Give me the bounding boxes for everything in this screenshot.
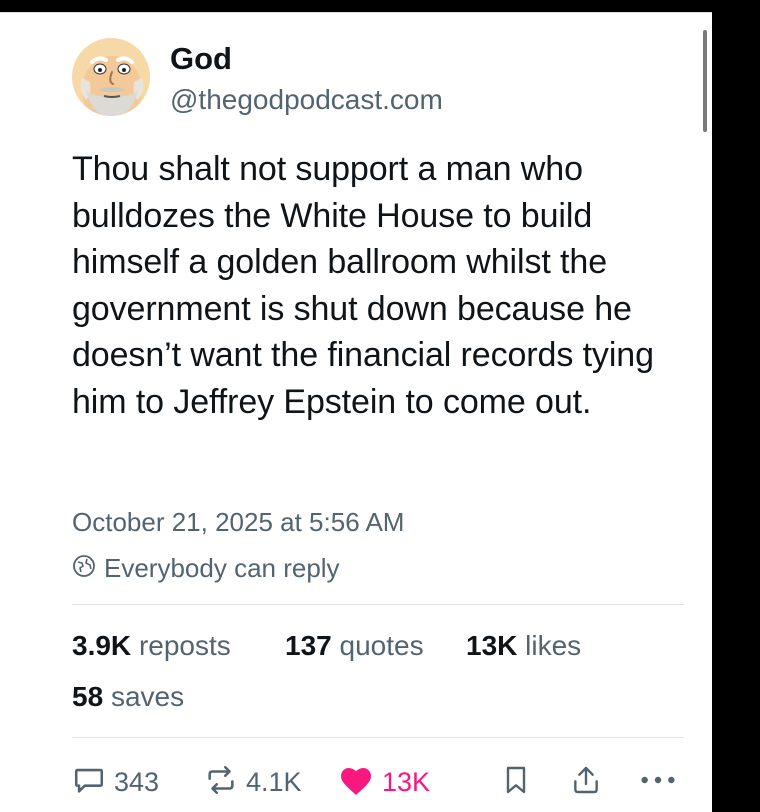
share-upload-icon — [570, 763, 602, 802]
more-button[interactable] — [638, 760, 678, 804]
more-dots-icon — [638, 763, 678, 802]
author-handle[interactable]: @thegodpodcast.com — [170, 82, 443, 118]
post-timestamp[interactable]: October 21, 2025 at 5:56 AM — [72, 506, 404, 538]
reposts-label: reposts — [138, 630, 231, 661]
like-button[interactable]: 13K — [338, 760, 430, 804]
screen: God @thegodpodcast.com Thou shalt not su… — [0, 0, 760, 812]
repost-count: 4.1K — [246, 766, 302, 797]
likes-label: likes — [525, 630, 582, 661]
reply-setting: Everybody can reply — [72, 551, 340, 585]
likes-count: 13K — [466, 630, 518, 661]
speech-bubble-icon — [72, 763, 106, 802]
action-bar: 343 4.1K 13K — [72, 760, 684, 804]
top-divider — [0, 12, 712, 13]
stats-divider-top — [72, 604, 684, 605]
repost-button[interactable]: 4.1K — [204, 760, 302, 804]
stats-divider-bottom — [72, 737, 684, 738]
quotes-stat[interactable]: 137 quotes — [285, 628, 424, 664]
heart-icon — [338, 763, 374, 802]
reply-count: 343 — [114, 766, 160, 797]
cartoon-god-face-icon — [80, 56, 144, 116]
quotes-count: 137 — [285, 630, 332, 661]
reply-setting-label: Everybody can reply — [104, 552, 340, 583]
post-card: God @thegodpodcast.com Thou shalt not su… — [0, 12, 712, 812]
likes-stat[interactable]: 13K likes — [466, 628, 581, 664]
share-button[interactable] — [570, 760, 602, 804]
scrollbar[interactable] — [703, 30, 707, 132]
reply-button[interactable]: 343 — [72, 760, 159, 804]
author-name[interactable]: God — [170, 40, 232, 78]
like-count: 13K — [382, 766, 431, 797]
bookmark-button[interactable] — [500, 760, 532, 804]
bookmark-icon — [500, 763, 532, 802]
post-text: Thou shalt not support a man who bulldoz… — [72, 150, 654, 421]
saves-label: saves — [110, 681, 185, 712]
quotes-label: quotes — [339, 630, 424, 661]
saves-count: 58 — [72, 681, 104, 712]
avatar[interactable] — [72, 38, 150, 116]
globe-icon — [72, 554, 96, 583]
repost-arrows-icon — [204, 763, 238, 802]
reposts-count: 3.9K — [72, 630, 132, 661]
saves-stat[interactable]: 58 saves — [72, 679, 184, 715]
reposts-stat[interactable]: 3.9K reposts — [72, 628, 231, 664]
